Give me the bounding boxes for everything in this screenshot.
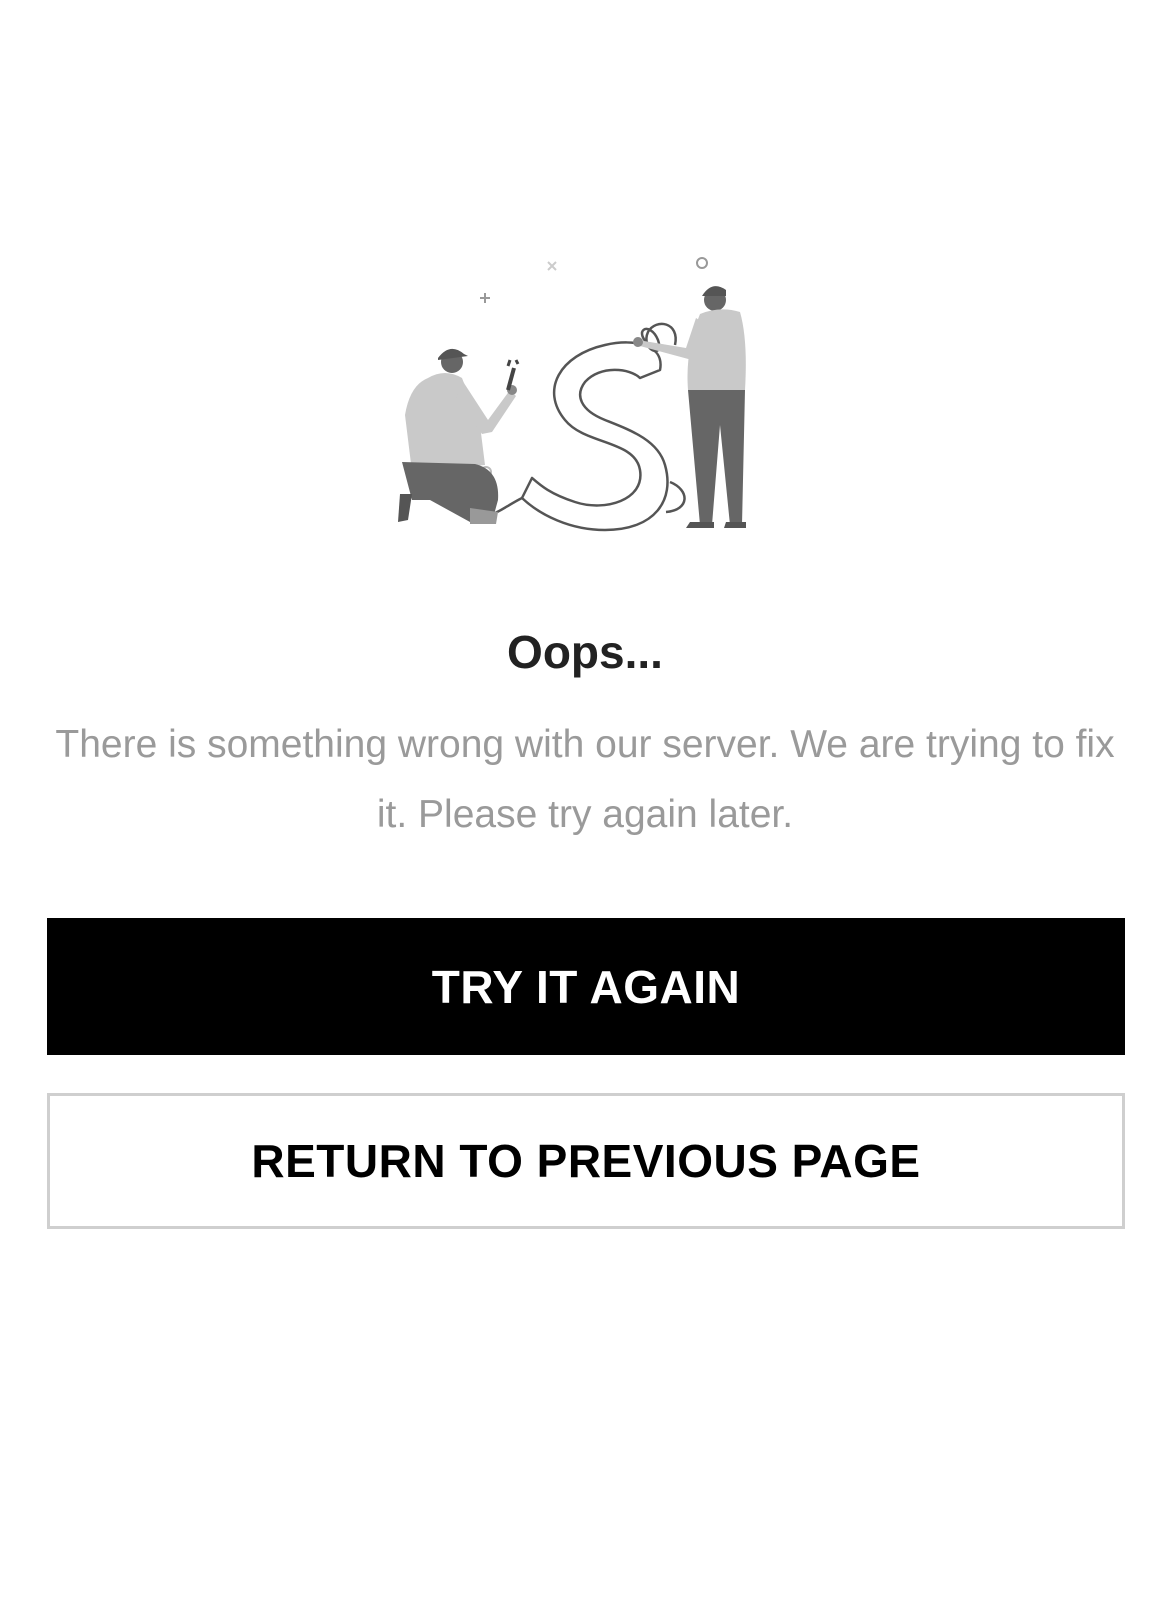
repair-workers-illustration [390, 250, 770, 550]
error-message: There is something wrong with our server… [55, 723, 1115, 836]
letter-s [489, 322, 686, 532]
return-previous-page-button[interactable]: RETURN TO PREVIOUS PAGE [47, 1093, 1125, 1229]
kneeling-worker [398, 348, 520, 524]
standing-worker [633, 286, 746, 528]
repair-illustration-icon [398, 257, 746, 532]
error-title: Oops... [507, 626, 663, 678]
sparkle-decor [480, 257, 708, 478]
try-again-button[interactable]: TRY IT AGAIN [47, 918, 1125, 1055]
